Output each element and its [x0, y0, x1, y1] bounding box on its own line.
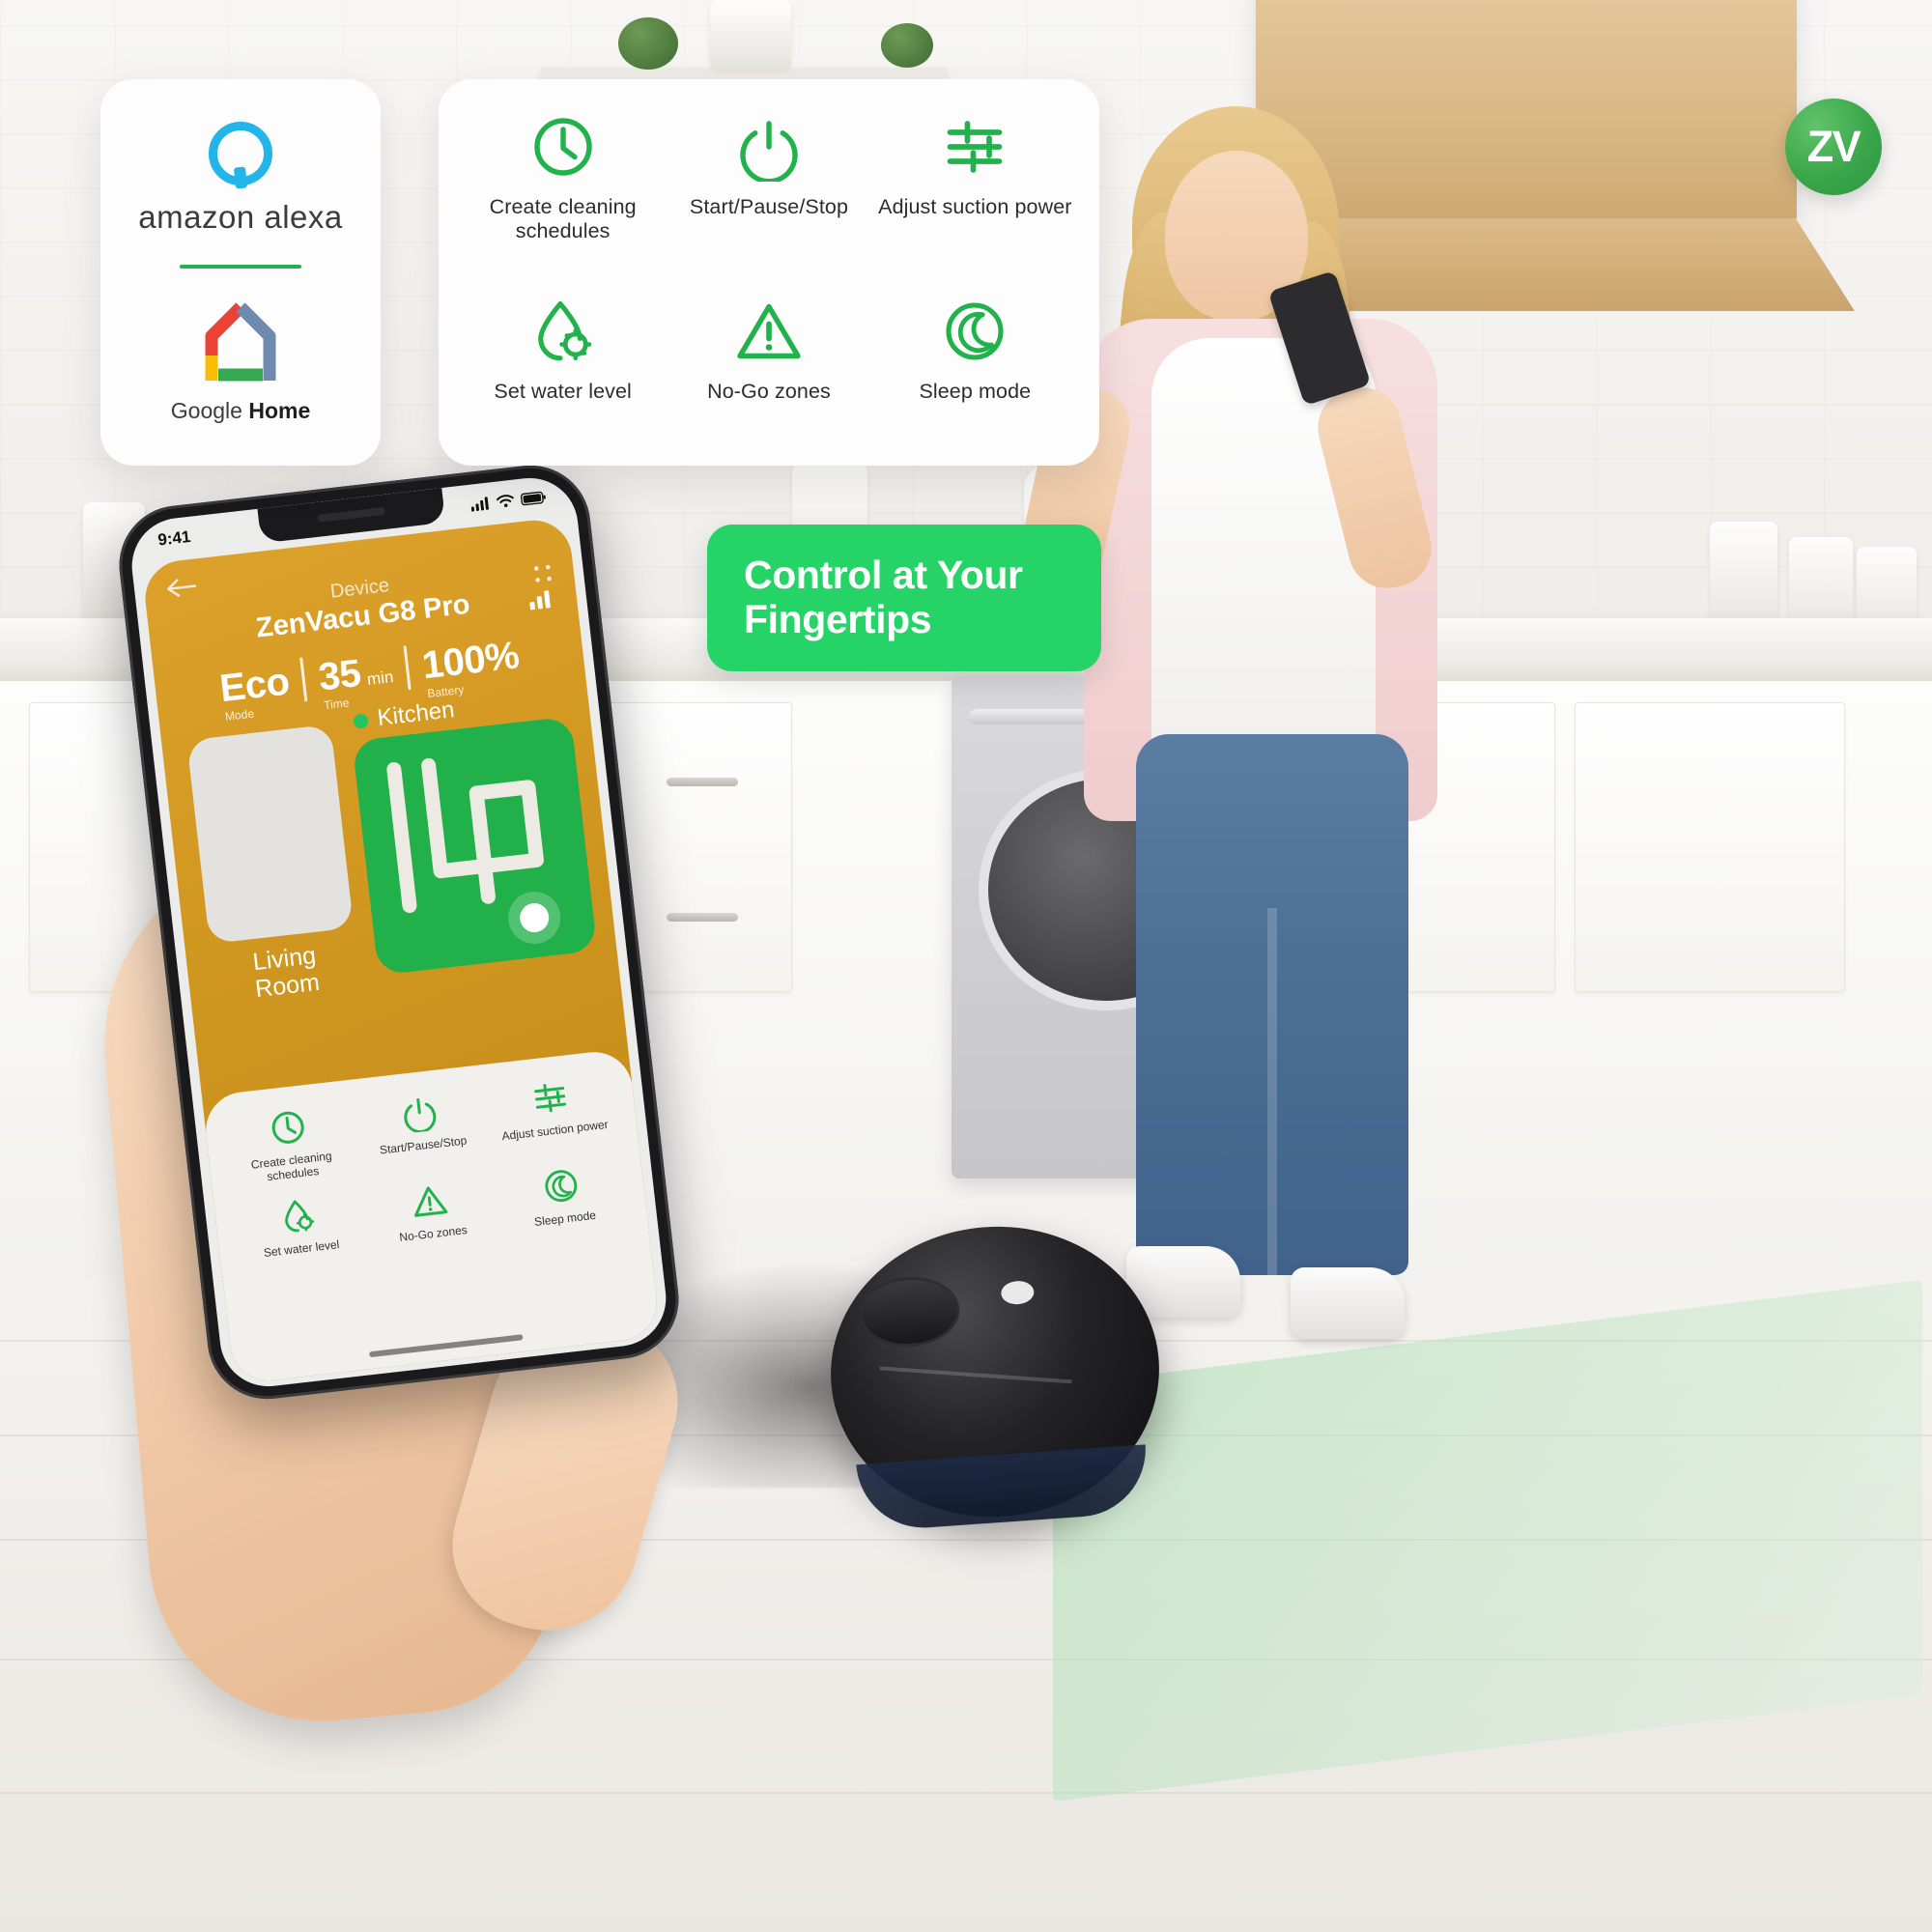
cabinet-door-5: [1575, 702, 1845, 992]
feature-no-go-zones[interactable]: No-Go zones: [666, 297, 871, 440]
room-card-living-room[interactable]: [186, 724, 355, 945]
stat-divider-2: [403, 645, 412, 691]
features-grid: Create cleaning schedules Start/Pause/Sto…: [460, 112, 1078, 440]
room-label-kitchen: Kitchen: [376, 696, 456, 732]
phone-frame: 9:41 Device ZenVacu G8 Pro Eco Mode 35 m…: [112, 459, 686, 1406]
moon-circle-icon: [946, 302, 1004, 361]
cleaning-path-icon: [386, 757, 544, 914]
shelf-box: [710, 0, 791, 70]
sliders-icon: [947, 121, 1003, 173]
phone-screen[interactable]: 9:41 Device ZenVacu G8 Pro Eco Mode 35 m…: [127, 472, 671, 1392]
app-feature-panel: Create cleaning schedules Start/Pause/Sto…: [201, 1047, 662, 1385]
feature-label: Create cleaning schedules: [489, 195, 637, 242]
feature-label: Set water level: [494, 380, 632, 404]
room-map-area: Living Room Kitchen: [181, 696, 600, 1020]
vacuum-app-screen[interactable]: Device ZenVacu G8 Pro Eco Mode 35 min Ti…: [141, 516, 662, 1385]
amazon-alexa-label: amazon alexa: [138, 198, 343, 235]
feature-label: No-Go zones: [707, 380, 831, 404]
feature-start-pause-stop[interactable]: Start/Pause/Stop: [666, 112, 871, 279]
features-card: Create cleaning schedules Start/Pause/Sto…: [439, 79, 1099, 466]
warning-triangle-icon: [413, 1186, 448, 1217]
active-room-dot-icon: [353, 712, 369, 729]
clock-icon: [533, 118, 592, 176]
app-feature-label: Sleep mode: [533, 1208, 597, 1229]
person-using-app: [1013, 97, 1507, 1339]
feature-label: Adjust suction power: [878, 195, 1072, 218]
clock-icon: [271, 1111, 304, 1144]
zv-badge-text: ZV: [1806, 122, 1861, 171]
smartphone-mockup: 9:41 Device ZenVacu G8 Pro Eco Mode 35 m…: [112, 459, 686, 1406]
app-feature-label: Create cleaning schedules: [250, 1149, 333, 1183]
signal-bars-icon: [528, 590, 551, 611]
room-card-kitchen[interactable]: [352, 716, 598, 976]
control-banner: Control at Your Fingertips: [707, 525, 1101, 671]
feature-label: Start/Pause/Stop: [689, 195, 849, 218]
app-feature-start-pause-stop[interactable]: Start/Pause/Stop: [352, 1086, 492, 1174]
app-feature-create-cleaning-schedules[interactable]: Create cleaning schedules: [219, 1101, 359, 1189]
home-indicator[interactable]: [368, 1334, 524, 1358]
app-feature-no-go-zones[interactable]: No-Go zones: [361, 1174, 499, 1248]
app-feature-sleep-mode[interactable]: Sleep mode: [494, 1159, 632, 1234]
stat-divider-1: [299, 657, 308, 702]
app-feature-grid: Create cleaning schedules Start/Pause/Sto…: [219, 1071, 632, 1264]
moon-circle-icon: [545, 1169, 578, 1202]
alexa-ring-icon: [209, 121, 272, 185]
shelf-plant-a: [618, 17, 678, 70]
app-feature-label: Set water level: [263, 1236, 340, 1260]
card-divider: [180, 264, 301, 269]
google-home-house-icon: [194, 301, 287, 386]
app-feature-adjust-suction-power[interactable]: Adjust suction power: [483, 1071, 623, 1159]
banner-line-2: Fingertips: [744, 597, 932, 641]
app-feature-label: Adjust suction power: [500, 1117, 610, 1144]
app-feature-label: Start/Pause/Stop: [379, 1133, 468, 1157]
stat-time: 35 min Time: [316, 651, 395, 713]
google-home-label: Google Home: [170, 397, 311, 423]
warning-triangle-icon: [737, 304, 801, 359]
water-drop-gear-icon: [537, 301, 591, 361]
water-drop-gear-icon: [284, 1200, 314, 1232]
stat-battery: 100% Battery: [419, 634, 522, 701]
power-icon: [404, 1098, 437, 1134]
stat-mode: Eco Mode: [217, 660, 292, 724]
power-icon: [740, 121, 798, 182]
earpiece-speaker-icon: [317, 506, 385, 523]
battery-icon: [520, 491, 546, 505]
status-time: 9:41: [156, 526, 192, 550]
sliders-icon: [534, 1084, 567, 1113]
integrations-card: amazon alexa Google Home: [100, 79, 381, 466]
zv-brand-badge: ZV: [1785, 99, 1882, 195]
feature-adjust-suction-power[interactable]: Adjust suction power: [872, 112, 1078, 279]
cellular-signal-icon: [470, 497, 489, 512]
shelf-plant-b: [881, 23, 933, 68]
robot-vacuum: [820, 1215, 1170, 1533]
app-feature-label: No-Go zones: [398, 1222, 469, 1244]
feature-create-cleaning-schedules[interactable]: Create cleaning schedules: [460, 112, 666, 279]
app-feature-set-water-level[interactable]: Set water level: [230, 1189, 368, 1264]
wifi-icon: [496, 495, 514, 508]
room-label-living-room: Living Room: [251, 942, 322, 1004]
feature-label: Sleep mode: [919, 380, 1032, 404]
room-header-kitchen: Kitchen: [352, 696, 456, 735]
banner-line-1: Control at Your: [744, 553, 1023, 598]
feature-sleep-mode[interactable]: Sleep mode: [872, 297, 1078, 440]
feature-set-water-level[interactable]: Set water level: [460, 297, 666, 440]
